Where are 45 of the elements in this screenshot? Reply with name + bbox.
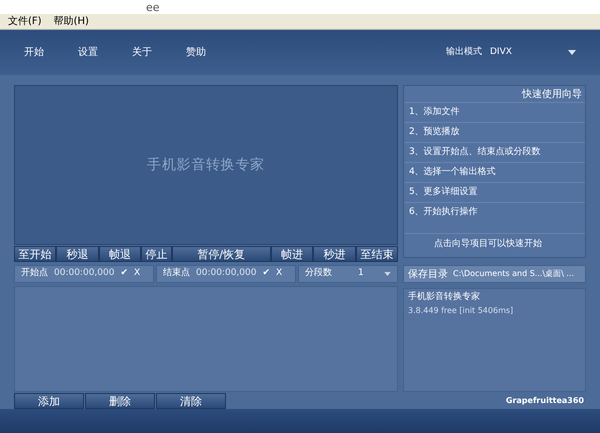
toolbar-button[interactable]: 暂停/恢复: [172, 246, 271, 262]
clear-button[interactable]: X: [276, 267, 282, 281]
save-dir-path[interactable]: C:\Documents and S...\桌面\ ...: [453, 268, 574, 280]
segments-select[interactable]: 分段数 1: [298, 265, 398, 283]
app-name: 手机影音转换专家: [408, 291, 481, 304]
clear-button[interactable]: X: [134, 267, 140, 281]
toolbar-button[interactable]: 停止: [141, 246, 172, 262]
version-text: 3.8.449 free [init 5406ms]: [408, 304, 514, 316]
toolbar-button[interactable]: 删除: [85, 393, 155, 409]
credit-text: Grapefruittea360: [506, 395, 584, 407]
toolbar-button[interactable]: 秒进: [313, 246, 356, 262]
toolbar-button[interactable]: 添加: [14, 393, 84, 409]
toolbar-button[interactable]: 至开始: [14, 246, 56, 262]
nav-tab[interactable]: 关于: [132, 45, 152, 60]
wizard-step[interactable]: 3、设置开始点、结束点或分段数: [404, 142, 585, 162]
output-mode-label: 输出模式: [446, 46, 482, 59]
dropdown-arrow-icon[interactable]: [568, 50, 576, 55]
wizard-hint: 点击向导项目可以快速开始: [404, 233, 585, 252]
menu-item[interactable]: 文件(F): [8, 14, 42, 29]
toolbar-button[interactable]: 清除: [156, 393, 226, 409]
nav-tab[interactable]: 赞助: [186, 45, 206, 60]
toolbar-button[interactable]: 至结束: [356, 246, 398, 262]
save-dir-label: 保存目录: [408, 268, 448, 282]
nav-tab[interactable]: 开始: [24, 45, 44, 60]
time-point-label: 开始点: [21, 267, 48, 280]
wizard-step[interactable]: 5、更多详细设置: [404, 182, 585, 202]
window-title: ee: [146, 2, 160, 12]
wizard-step[interactable]: 1、添加文件: [404, 102, 585, 122]
output-mode-value[interactable]: DIVX: [490, 46, 560, 60]
toolbar-button[interactable]: 帧退: [98, 246, 142, 262]
time-point-label: 结束点: [163, 267, 190, 280]
preview-title: 手机影音转换专家: [147, 156, 265, 174]
nav-tab[interactable]: 设置: [78, 45, 98, 60]
wizard-step[interactable]: 6、开始执行操作: [404, 202, 585, 222]
confirm-button[interactable]: ✔: [120, 267, 128, 281]
confirm-button[interactable]: ✔: [262, 267, 270, 281]
wizard-step[interactable]: 4、选择一个输出格式: [404, 162, 585, 182]
segments-label: 分段数: [305, 267, 332, 280]
menu-item[interactable]: 帮助(H): [54, 14, 89, 29]
dropdown-arrow-icon[interactable]: [384, 272, 391, 276]
wizard-step[interactable]: 2、预览播放: [404, 122, 585, 142]
toolbar-button[interactable]: 帧进: [270, 246, 314, 262]
wizard-title: 快速使用向导: [522, 88, 583, 102]
toolbar-button[interactable]: 秒退: [56, 246, 99, 262]
segments-value: 1: [358, 267, 364, 280]
